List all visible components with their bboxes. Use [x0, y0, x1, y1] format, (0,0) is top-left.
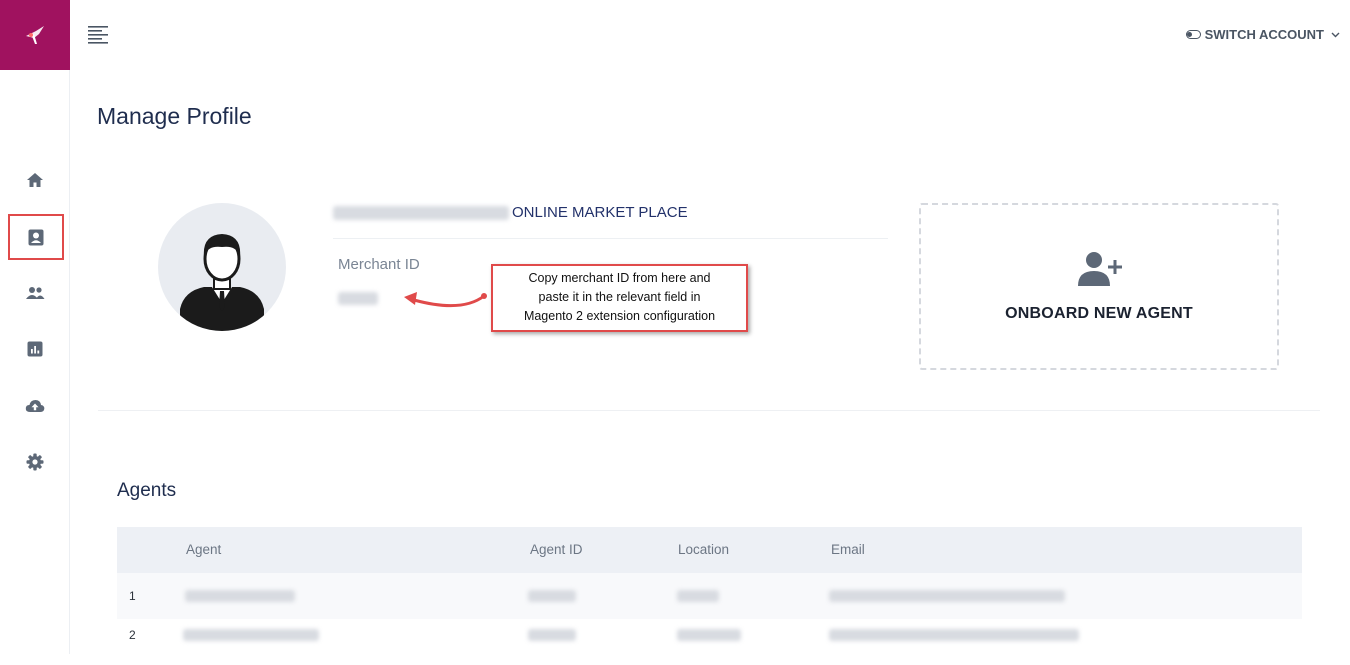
cloud-upload-icon [25, 400, 45, 412]
table-row[interactable]: 2 [117, 619, 1302, 665]
users-icon [26, 287, 45, 299]
agents-table: Agent Agent ID Location Email 1 2 [117, 527, 1302, 665]
company-name: ONLINE MARKET PLACE [333, 204, 688, 221]
column-header-agent-id: Agent ID [530, 542, 583, 557]
switch-account-label: SWITCH ACCOUNT [1204, 27, 1324, 42]
row-index: 1 [129, 589, 136, 603]
location-redacted [677, 590, 719, 602]
gear-icon [26, 453, 44, 471]
avatar [158, 203, 286, 331]
home-icon [27, 173, 43, 187]
company-name-redacted [333, 205, 509, 220]
top-bar: SWITCH ACCOUNT [70, 0, 1350, 70]
nav-reports[interactable] [22, 336, 48, 362]
onboard-new-agent-card[interactable]: ONBOARD NEW AGENT [919, 203, 1279, 370]
sidebar [0, 0, 70, 654]
switch-account-button[interactable]: SWITCH ACCOUNT [1185, 27, 1340, 42]
agent-id-redacted [528, 629, 576, 641]
agent-name-redacted [183, 629, 319, 641]
chevron-down-icon [1331, 32, 1340, 37]
callout-line-1: Copy merchant ID from here and [528, 271, 711, 285]
column-header-agent: Agent [186, 542, 222, 557]
merchant-id-label: Merchant ID [338, 256, 420, 273]
menu-toggle-icon[interactable] [88, 26, 108, 44]
column-header-location: Location [678, 542, 730, 557]
agents-section-title: Agents [117, 480, 177, 501]
nav-settings[interactable] [22, 449, 48, 475]
email-redacted [829, 629, 1079, 641]
table-header: Agent Agent ID Location Email [117, 527, 1302, 573]
row-index: 2 [129, 628, 136, 642]
profile-icon [28, 229, 44, 245]
nav-upload[interactable] [22, 393, 48, 419]
nav-profile[interactable] [8, 214, 64, 260]
logo-icon [26, 26, 44, 44]
section-divider [98, 410, 1320, 411]
user-avatar-icon [180, 234, 264, 331]
agent-id-redacted [528, 590, 576, 602]
table-row[interactable]: 1 [117, 573, 1302, 619]
agent-name-redacted [185, 590, 295, 602]
nav-agents[interactable] [22, 280, 48, 306]
callout-line-2: paste it in the relevant field in [538, 290, 701, 304]
nav-home[interactable] [22, 167, 48, 193]
report-icon [27, 341, 43, 357]
onboard-new-agent-label: ONBOARD NEW AGENT [1005, 304, 1193, 322]
email-redacted [829, 590, 1065, 602]
app-logo[interactable] [0, 0, 70, 70]
add-user-icon [1078, 251, 1122, 286]
callout-line-3: Magento 2 extension configuration [523, 309, 716, 323]
page-title: Manage Profile [97, 103, 252, 129]
annotation-callout: Copy merchant ID from here and paste it … [491, 264, 748, 332]
merchant-id-value [338, 292, 378, 305]
location-redacted [677, 629, 741, 641]
column-header-email: Email [831, 542, 865, 557]
callout-arrow-icon [404, 292, 487, 308]
company-name-suffix: ONLINE MARKET PLACE [512, 204, 688, 221]
toggle-icon [1185, 30, 1201, 39]
divider [333, 238, 888, 239]
